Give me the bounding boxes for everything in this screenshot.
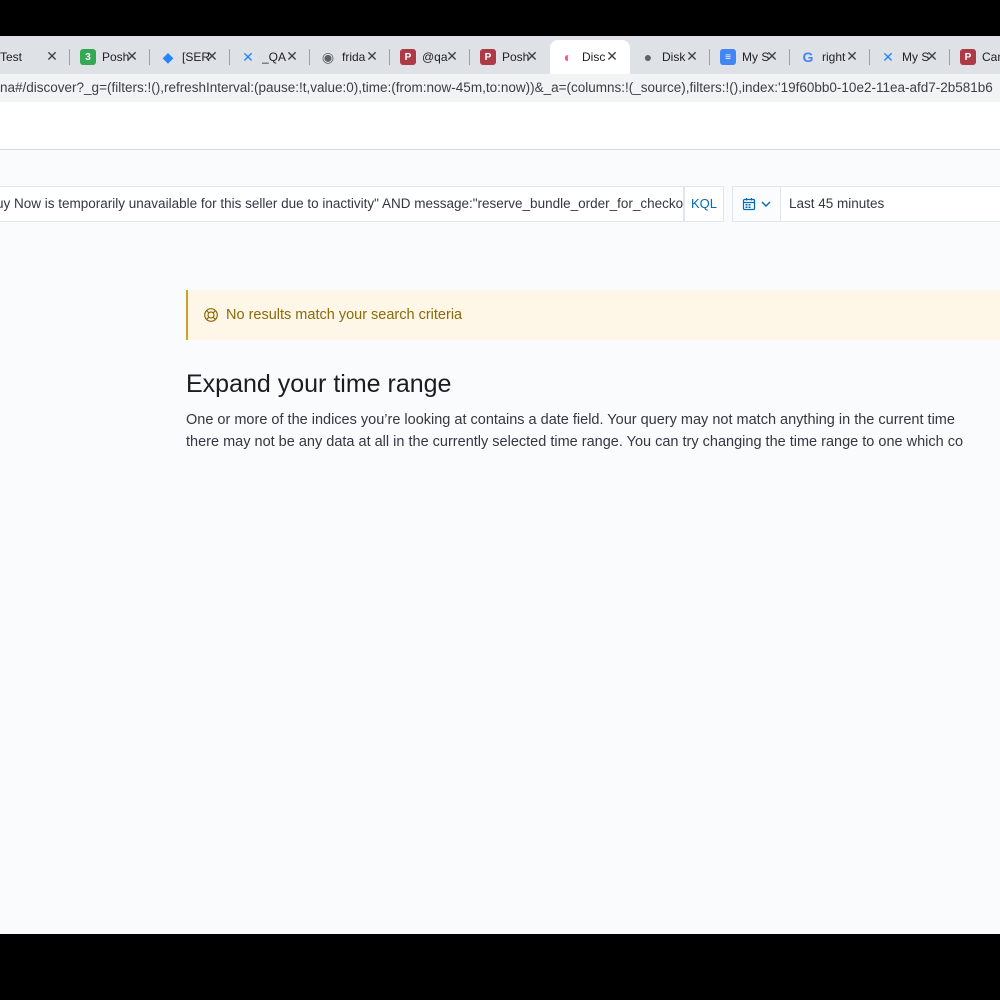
url-text[interactable]: na#/discover?_g=(filters:!(),refreshInte…: [0, 74, 993, 102]
query-bar: uy Now is temporarily unavailable for th…: [0, 186, 1000, 222]
globe-icon: ●: [643, 49, 653, 65]
close-icon[interactable]: ✕: [844, 48, 860, 64]
browser-tab-title: Test: [0, 50, 23, 64]
time-range-display[interactable]: Last 45 minutes: [780, 186, 1000, 222]
browser-tab[interactable]: ◆ [SER ✕: [150, 40, 230, 74]
browser-tab[interactable]: ● Disk ✕: [630, 40, 710, 74]
browser-tab[interactable]: Gright ✕: [790, 40, 870, 74]
kql-language-button[interactable]: KQL: [684, 186, 724, 222]
close-icon[interactable]: ✕: [204, 48, 220, 64]
poshmark-icon: P: [960, 49, 976, 65]
close-icon[interactable]: ✕: [924, 48, 940, 64]
expand-description-line-2: there may not be any data at all in the …: [186, 434, 964, 450]
close-icon[interactable]: ✕: [44, 48, 60, 64]
github-icon: ◉: [321, 48, 335, 65]
app-header: [0, 102, 1000, 150]
kibana-icon: ◐: [563, 49, 573, 65]
close-icon[interactable]: ✕: [284, 48, 300, 64]
close-icon[interactable]: ✕: [124, 48, 140, 64]
calendar-icon: [742, 198, 755, 211]
close-icon[interactable]: ✕: [444, 48, 460, 64]
kibana-discover-app: uy Now is temporarily unavailable for th…: [0, 102, 1000, 934]
browser-tab[interactable]: ≡ My S ✕: [710, 40, 790, 74]
chevron-down-icon: [761, 201, 770, 207]
close-icon[interactable]: ✕: [764, 48, 780, 64]
callout-title: No results match your search criteria: [226, 307, 463, 323]
confluence-icon: ✕: [242, 48, 254, 65]
browser-tab[interactable]: ◐ Disc ✕: [550, 40, 630, 74]
browser-tab[interactable]: ◉ frida ✕: [310, 40, 390, 74]
browser-tab[interactable]: ✕ My S ✕: [870, 40, 950, 74]
no-results-callout: No results match your search criteria: [186, 290, 1000, 340]
close-icon[interactable]: ✕: [364, 48, 380, 64]
poshmark-icon: P: [480, 49, 496, 65]
help-icon: [204, 308, 218, 322]
close-icon[interactable]: ✕: [524, 48, 540, 64]
browser-tab-strip: Test ✕ 3 Posh ✕ ◆ [SER ✕ ✕ _QA ✕ ◉ frida ✕ P @qa ✕ P Posh ✕…: [0, 36, 1000, 74]
calendar-icon: 3: [80, 49, 96, 65]
date-quick-menu-button[interactable]: [732, 186, 781, 222]
expand-description-line-1: One or more of the indices you’re lookin…: [186, 412, 955, 428]
search-query-input[interactable]: uy Now is temporarily unavailable for th…: [0, 186, 684, 222]
search-query-text: uy Now is temporarily unavailable for th…: [0, 196, 684, 211]
close-icon[interactable]: ✕: [604, 48, 620, 64]
expand-time-range-heading: Expand your time range: [186, 370, 452, 398]
browser-tab-title: Cand: [982, 50, 1000, 64]
browser-tab[interactable]: P @qa ✕: [390, 40, 470, 74]
browser-tab[interactable]: Test ✕: [0, 40, 70, 74]
browser-tab[interactable]: 3 Posh ✕: [70, 40, 150, 74]
browser-tab[interactable]: P Posh ✕: [470, 40, 550, 74]
jira-icon: ◆: [162, 48, 174, 65]
poshmark-icon: P: [400, 49, 416, 65]
address-bar[interactable]: na#/discover?_g=(filters:!(),refreshInte…: [0, 74, 1000, 103]
google-icon: G: [802, 49, 814, 65]
close-icon[interactable]: ✕: [684, 48, 700, 64]
browser-tab[interactable]: PCand✕: [950, 40, 1000, 74]
confluence-icon: ✕: [882, 48, 894, 65]
docs-icon: ≡: [720, 49, 736, 65]
browser-tab[interactable]: ✕ _QA ✕: [230, 40, 310, 74]
